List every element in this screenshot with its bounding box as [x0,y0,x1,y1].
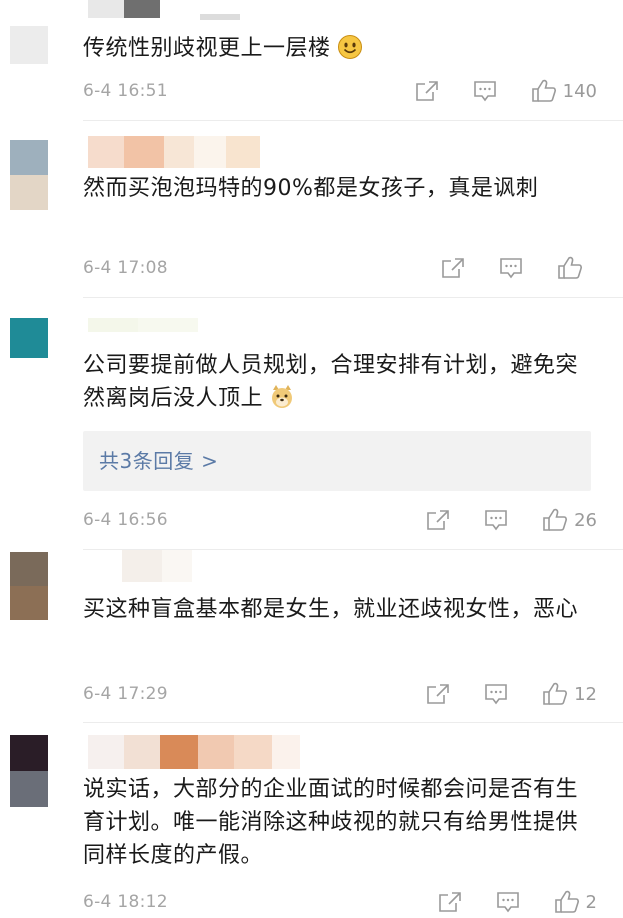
comment-icon [485,510,507,531]
comment-icon [496,892,519,913]
share-button[interactable] [415,80,439,102]
divider [83,120,623,121]
like-count: 26 [574,509,597,531]
avatar[interactable] [10,140,48,210]
like-count: 12 [574,683,597,705]
comment-button[interactable] [499,257,523,279]
comment-button[interactable] [496,891,520,913]
divider [83,722,623,723]
share-button[interactable] [426,683,450,705]
comment-time: 6-4 17:08 [83,258,168,278]
username-mosaic[interactable] [88,136,260,168]
comment-meta: 6-4 16:51 140 [83,78,597,104]
avatar[interactable] [10,26,48,64]
comment-text: 传统性别歧视更上一层楼 [83,32,591,65]
like-button[interactable]: 140 [531,79,597,103]
avatar[interactable] [10,318,48,358]
comment-button[interactable] [484,509,508,531]
comment-text: 买这种盲盒基本都是女生，就业还歧视女性，恶心 [83,597,579,622]
comment-icon [485,684,507,705]
comment-actions [441,256,597,280]
share-icon [427,510,449,530]
comment-time: 6-4 16:56 [83,510,168,530]
comment-meta: 6-4 18:12 2 [83,889,597,915]
username-mosaic [200,14,240,20]
username-mosaic[interactable] [88,318,198,332]
username-mosaic[interactable] [88,0,160,18]
comment-actions: 26 [426,508,597,532]
comment-text: 说实话，大部分的企业面试的时候都会问是否有生育计划。唯一能消除这种歧视的就只有给… [83,777,579,868]
comment-text: 公司要提前做人员规划，合理安排有计划，避免突然离岗后没人顶上 [83,353,579,411]
like-icon [543,682,568,705]
smile-emoji-icon [337,35,362,59]
comment-meta: 6-4 16:56 26 [83,507,597,533]
view-replies-link[interactable]: 共3条回复 > [83,431,591,491]
comment-time: 6-4 18:12 [83,892,168,912]
avatar[interactable] [10,552,48,620]
divider [83,297,623,298]
avatar[interactable] [10,735,48,807]
like-count: 140 [562,80,597,102]
comment-button[interactable] [473,80,497,102]
username-mosaic[interactable] [122,550,192,582]
comment-meta: 6-4 17:08 [83,255,597,281]
comment-actions: 2 [438,890,597,914]
like-count: 2 [585,891,597,913]
username-mosaic[interactable] [88,735,300,769]
share-button[interactable] [426,509,450,531]
like-button[interactable]: 12 [542,682,597,706]
doge-emoji-icon [272,385,293,408]
share-icon [415,81,438,101]
comment-text: 然而买泡泡玛特的90%都是女孩子，真是讽刺 [83,176,539,201]
comment-icon [473,81,496,102]
comment-actions: 140 [415,79,597,103]
like-icon [558,256,582,279]
share-icon [438,892,461,912]
like-button[interactable]: 2 [554,890,597,914]
comment-meta: 6-4 17:29 12 [83,681,597,707]
like-button[interactable] [557,256,597,280]
like-icon [554,890,579,913]
like-icon [531,79,556,102]
share-button[interactable] [438,891,462,913]
share-icon [442,258,464,278]
comment-time: 6-4 16:51 [83,81,168,101]
share-icon [427,684,449,704]
comment-time: 6-4 17:29 [83,684,168,704]
share-button[interactable] [441,257,465,279]
comment-icon [500,258,522,279]
like-button[interactable]: 26 [542,508,597,532]
comment-button[interactable] [484,683,508,705]
like-icon [543,508,568,531]
comment-actions: 12 [426,682,597,706]
